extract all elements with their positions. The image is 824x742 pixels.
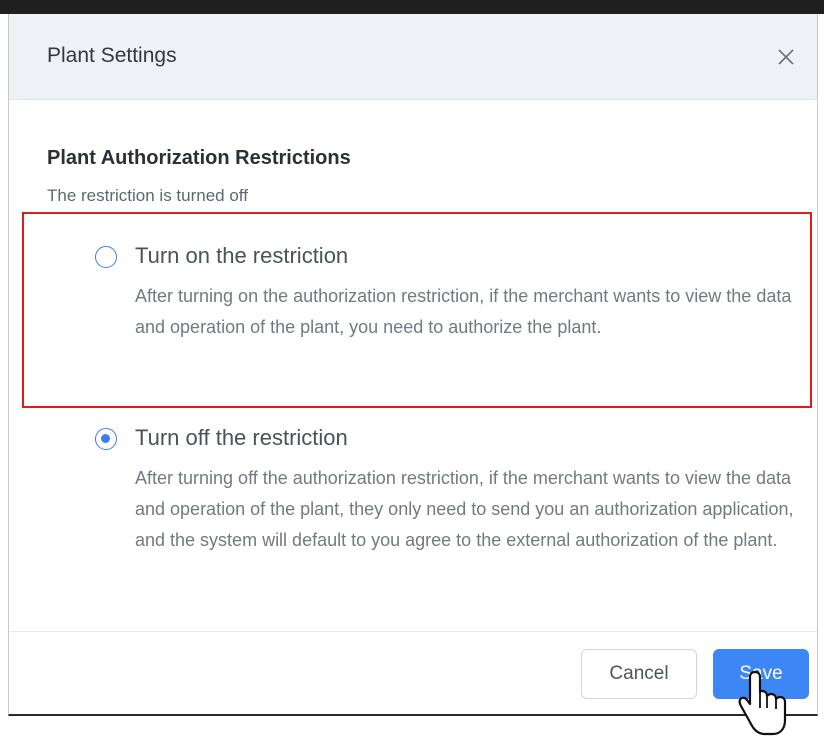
plant-settings-dialog: Plant Settings Plant Authorization Restr… [8, 14, 818, 716]
section-title: Plant Authorization Restrictions [47, 147, 351, 169]
save-button[interactable]: Save [713, 649, 809, 699]
option-turn-off-label: Turn off the restriction [135, 425, 348, 450]
close-button[interactable] [769, 40, 803, 74]
option-turn-off: Turn off the restriction After turning o… [95, 423, 795, 550]
cancel-button[interactable]: Cancel [581, 649, 697, 699]
option-turn-off-description: After turning off the authorization rest… [135, 468, 794, 550]
dialog-header: Plant Settings [9, 14, 817, 100]
radio-turn-off[interactable] [95, 428, 117, 450]
top-bar [0, 0, 824, 14]
footer-divider [9, 631, 817, 632]
dialog-title: Plant Settings [47, 44, 177, 67]
close-icon [778, 49, 794, 65]
option-turn-on-label: Turn on the restriction [135, 243, 349, 268]
option-turn-off-row[interactable]: Turn off the restriction [95, 423, 795, 453]
option-turn-on: Turn on the restriction After turning on… [95, 241, 795, 337]
restriction-status: The restriction is turned off [47, 186, 248, 205]
option-turn-on-description: After turning on the authorization restr… [135, 286, 792, 337]
radio-turn-on[interactable] [95, 246, 117, 268]
option-turn-on-row[interactable]: Turn on the restriction [95, 241, 795, 271]
